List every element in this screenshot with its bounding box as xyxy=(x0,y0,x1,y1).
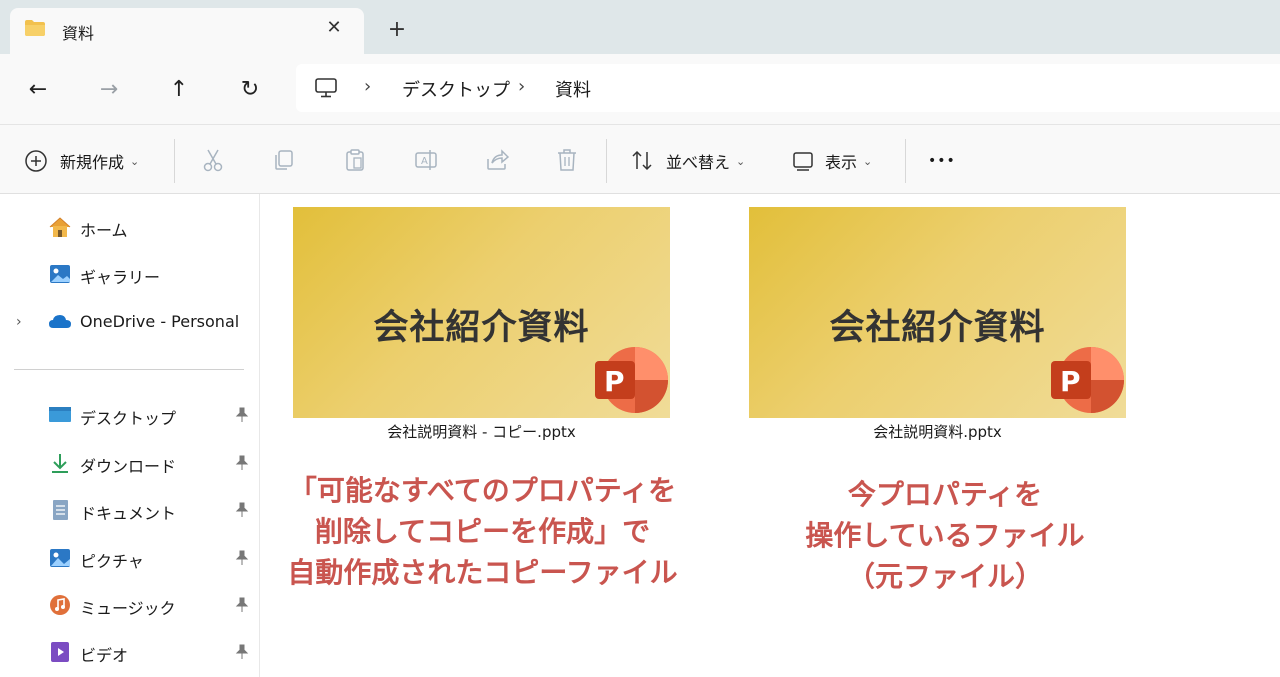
pin-icon[interactable] xyxy=(234,455,250,471)
share-icon[interactable] xyxy=(484,147,510,173)
navigation-bar: ← → ↑ ↻ › デスクトップ › 資料 xyxy=(0,54,1280,124)
pictures-icon xyxy=(50,549,70,567)
breadcrumb-desktop[interactable]: デスクトップ xyxy=(402,76,510,102)
paste-icon[interactable] xyxy=(342,147,368,173)
download-icon xyxy=(52,454,68,473)
refresh-button[interactable]: ↻ xyxy=(235,74,265,104)
sidebar-item-label: デスクトップ xyxy=(80,409,177,428)
sidebar-item-label: ダウンロード xyxy=(80,457,177,476)
powerpoint-icon: P xyxy=(1051,347,1124,413)
annotation-line: （元ファイル） xyxy=(846,560,1043,593)
music-icon xyxy=(50,595,70,615)
divider xyxy=(905,139,906,183)
gallery-icon xyxy=(50,265,70,283)
annotation-copy-file: 「可能なすべてのプロパティを 削除してコピーを作成」で 自動作成されたコピーファ… xyxy=(255,470,710,593)
close-tab-button[interactable]: ✕ xyxy=(323,16,345,38)
documents-icon xyxy=(53,500,68,520)
sidebar-item-label: OneDrive - Personal xyxy=(80,312,240,331)
pin-icon[interactable] xyxy=(234,502,250,518)
cut-icon[interactable] xyxy=(200,147,226,173)
chevron-down-icon: ⌄ xyxy=(863,154,873,168)
pin-icon[interactable] xyxy=(234,597,250,613)
chevron-down-icon: ⌄ xyxy=(130,154,140,168)
powerpoint-badge: P xyxy=(1060,365,1081,398)
sidebar-item-onedrive[interactable]: › OneDrive - Personal xyxy=(0,301,260,341)
new-tab-button[interactable]: + xyxy=(384,16,410,42)
sidebar-item-home[interactable]: ホーム xyxy=(0,206,260,246)
sidebar-item-music[interactable]: ミュージック xyxy=(0,584,260,624)
file-thumbnail-original[interactable]: 会社紹介資料 P xyxy=(749,207,1126,418)
home-icon xyxy=(49,217,71,237)
new-button[interactable]: 新規作成 ⌄ xyxy=(24,147,139,175)
svg-text:A: A xyxy=(421,156,428,167)
back-button[interactable]: ← xyxy=(23,74,53,104)
breadcrumb-shiryo[interactable]: 資料 xyxy=(555,76,591,102)
pin-icon[interactable] xyxy=(234,550,250,566)
tab-bar: 資料 ✕ + xyxy=(0,0,1280,54)
divider xyxy=(606,139,607,183)
address-bar[interactable]: › デスクトップ › 資料 xyxy=(296,64,1280,112)
sidebar-item-label: ビデオ xyxy=(80,646,129,665)
rename-icon[interactable]: A xyxy=(413,147,439,173)
divider xyxy=(174,139,175,183)
chevron-down-icon: ⌄ xyxy=(736,154,746,168)
breadcrumb-separator[interactable]: › xyxy=(518,76,525,97)
annotation-line: 削除してコピーを作成」で xyxy=(314,515,651,548)
add-circle-icon xyxy=(25,150,47,172)
copy-icon[interactable] xyxy=(271,147,297,173)
sort-label: 並べ替え xyxy=(666,153,731,172)
sidebar-item-pictures[interactable]: ピクチャ xyxy=(0,537,260,577)
annotation-line: 「可能なすべてのプロパティを xyxy=(288,474,677,507)
sidebar-item-label: ミュージック xyxy=(80,599,176,618)
folder-icon xyxy=(25,20,45,36)
sidebar-item-gallery[interactable]: ギャラリー xyxy=(0,253,260,293)
powerpoint-badge: P xyxy=(604,365,625,398)
this-pc-icon[interactable] xyxy=(314,77,338,99)
new-label: 新規作成 xyxy=(60,153,125,172)
command-bar: 新規作成 ⌄ A 並べ替え ⌄ 表示 ⌄ ••• xyxy=(0,124,1280,194)
navigation-pane: ホーム ギャラリー › OneDrive - Personal デスクトップ ダ… xyxy=(0,194,260,677)
file-thumbnail-copy[interactable]: 会社紹介資料 P xyxy=(293,207,670,418)
videos-icon xyxy=(51,642,69,662)
annotation-line: 自動作成されたコピーファイル xyxy=(287,556,678,589)
sidebar-item-documents[interactable]: ドキュメント xyxy=(0,489,260,529)
sidebar-item-label: ピクチャ xyxy=(80,552,144,571)
file-explorer-window: 資料 ✕ + ← → ↑ ↻ › デスクトップ › 資料 新規作成 ⌄ A 並べ… xyxy=(0,0,1280,677)
file-name-original[interactable]: 会社説明資料.pptx xyxy=(749,421,1126,442)
view-button[interactable]: 表示 ⌄ xyxy=(791,147,872,175)
more-options-button[interactable]: ••• xyxy=(928,147,956,175)
annotation-line: 今プロパティを xyxy=(847,478,1043,511)
sidebar-item-label: ドキュメント xyxy=(80,504,177,523)
pin-icon[interactable] xyxy=(234,644,250,660)
tab-title: 資料 xyxy=(62,24,95,43)
sort-button[interactable]: 並べ替え ⌄ xyxy=(630,147,745,175)
annotation-line: 操作しているファイル xyxy=(805,519,1085,552)
annotation-original-file: 今プロパティを 操作しているファイル （元ファイル） xyxy=(770,474,1120,597)
sidebar-item-downloads[interactable]: ダウンロード xyxy=(0,442,260,482)
sidebar-item-desktop[interactable]: デスクトップ xyxy=(0,394,260,434)
sort-icon xyxy=(632,150,652,171)
up-button[interactable]: ↑ xyxy=(164,74,194,104)
view-label: 表示 xyxy=(825,153,858,172)
desktop-icon xyxy=(49,407,71,422)
chevron-right-icon[interactable]: › xyxy=(16,314,22,330)
file-name-copy[interactable]: 会社説明資料 - コピー.pptx xyxy=(293,421,670,442)
sidebar-item-label: ホーム xyxy=(80,221,128,240)
sidebar-item-label: ギャラリー xyxy=(80,268,161,287)
slide-title: 会社紹介資料 xyxy=(373,308,590,348)
powerpoint-icon: P xyxy=(595,347,668,413)
onedrive-icon xyxy=(49,315,71,328)
sidebar-item-videos[interactable]: ビデオ xyxy=(0,631,260,671)
pin-icon[interactable] xyxy=(234,407,250,423)
divider xyxy=(14,369,244,370)
view-icon xyxy=(793,152,813,171)
slide-title: 会社紹介資料 xyxy=(829,308,1046,348)
tab-shiryo[interactable]: 資料 ✕ xyxy=(10,8,364,54)
breadcrumb-separator[interactable]: › xyxy=(364,76,371,97)
forward-button[interactable]: → xyxy=(94,74,124,104)
delete-icon[interactable] xyxy=(554,147,580,173)
